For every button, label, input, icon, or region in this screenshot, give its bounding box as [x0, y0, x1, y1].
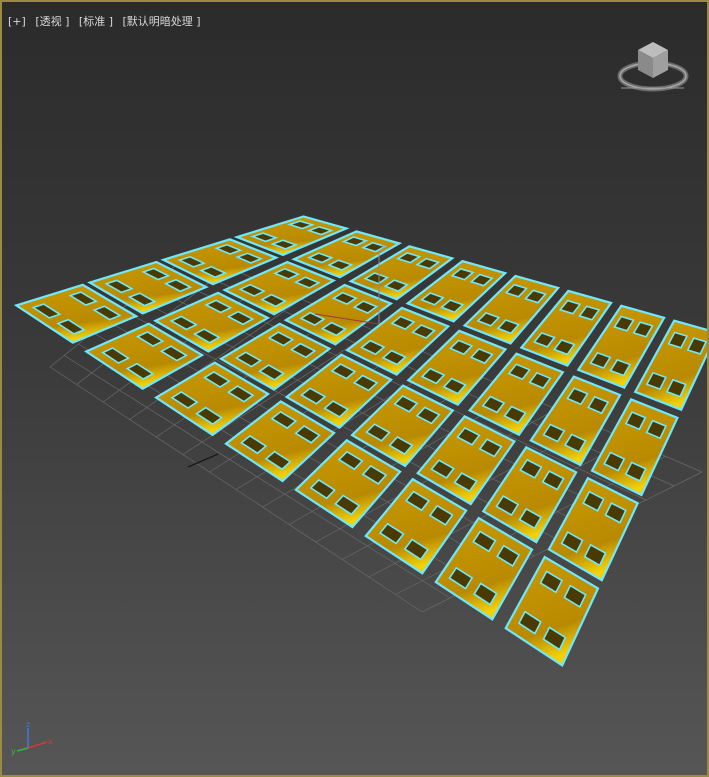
- viewport-menu-plus[interactable]: [+]: [8, 15, 26, 28]
- scene-render[interactable]: z: [2, 2, 707, 775]
- perspective-viewport[interactable]: [+] [透视 ] [标准 ] [默认明暗处理 ] z z x y: [0, 0, 709, 777]
- viewport-shading-label[interactable]: [标准 ]: [79, 15, 113, 28]
- axis-z-label: z: [26, 720, 30, 729]
- viewport-lighting-label[interactable]: [默认明暗处理 ]: [123, 15, 201, 28]
- pivot-z-label: z: [381, 243, 386, 253]
- viewport-labels: [+] [透视 ] [标准 ] [默认明暗处理 ]: [8, 13, 207, 29]
- axis-x-label: x: [48, 737, 53, 746]
- axis-y-label: y: [11, 747, 16, 756]
- viewport-view-label[interactable]: [透视 ]: [35, 15, 69, 28]
- axis-tripod-icon: z x y: [11, 720, 53, 756]
- viewcube-icon[interactable]: [614, 36, 692, 102]
- floor-tile-array[interactable]: [13, 215, 707, 668]
